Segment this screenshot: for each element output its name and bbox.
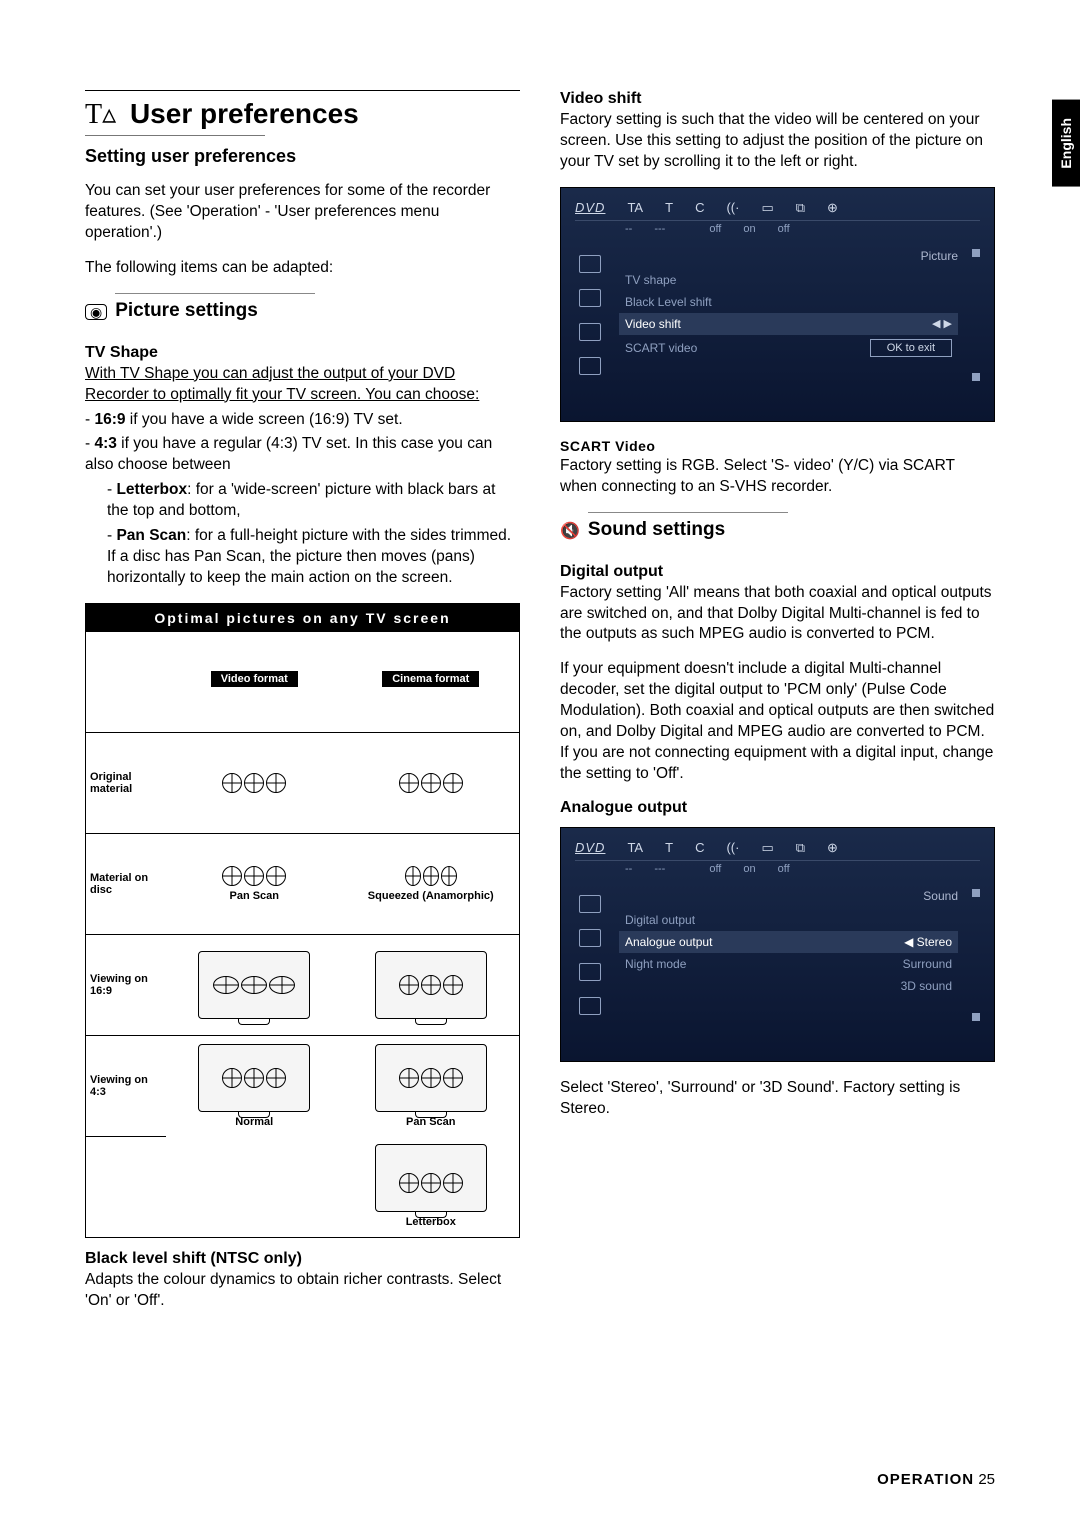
osd-item-night-mode: Night mode Surround (619, 953, 958, 975)
sound-settings-heading: Sound settings (588, 512, 788, 541)
left-column: T▵ User preferences Setting user prefere… (85, 90, 520, 1326)
diagram-col1-header: Video format (211, 671, 298, 687)
title-underline (85, 135, 265, 136)
diagram-title: Optimal pictures on any TV screen (86, 604, 519, 632)
scart-video-heading: SCART Video (560, 438, 995, 454)
osd-item-digital-output: Digital output (619, 909, 958, 931)
analogue-output-tail: Select 'Stereo', 'Surround' or '3D Sound… (560, 1078, 995, 1120)
opt-169: - 16:9 if you have a wide screen (16:9) … (85, 410, 520, 431)
osd-section-heading: Sound (619, 889, 958, 903)
analogue-output-heading: Analogue output (560, 799, 995, 817)
page-title: T▵ User preferences (85, 90, 520, 131)
page-columns: T▵ User preferences Setting user prefere… (85, 90, 995, 1326)
sound-tab-icon (579, 289, 601, 307)
intro-1: You can set your user preferences for so… (85, 181, 520, 244)
diagram-col2-header: Cinema format (382, 671, 479, 687)
osd-section-heading: Picture (619, 249, 958, 263)
language-tab-icon (579, 323, 601, 341)
picture-icon: ◉ (85, 304, 107, 320)
features-tab-icon (579, 357, 601, 375)
osd-item-3d-sound: 3D sound (619, 975, 958, 997)
osd-item-tv-shape: TV shape (619, 269, 958, 291)
opt-43: - 4:3 if you have a regular (4:3) TV set… (85, 434, 520, 476)
digital-output-heading: Digital output (560, 563, 995, 581)
diagram-row2-label: Material on disc (86, 833, 166, 934)
osd-item-video-shift: Video shift◀ ▶ (619, 313, 958, 335)
diagram-row3-label: Viewing on 16:9 (86, 934, 166, 1035)
preferences-icon: T▵ (85, 99, 116, 130)
video-shift-heading: Video shift (560, 90, 995, 108)
tv-shape-diagram: Optimal pictures on any TV screen Video … (85, 603, 520, 1238)
osd-item-black-level: Black Level shift (619, 291, 958, 313)
osd-scrollbar (972, 249, 980, 381)
osd-side-icons (575, 249, 605, 381)
picture-settings-heading: Picture settings (115, 293, 315, 322)
opt-panscan: - Pan Scan: for a full-height picture wi… (107, 526, 520, 589)
osd-item-scart-video: SCART videoOK to exit (619, 335, 958, 361)
section-subtitle: Setting user preferences (85, 146, 520, 167)
tv-shape-heading: TV Shape (85, 344, 520, 362)
diagram-row1-label: Original material (86, 732, 166, 833)
osd-sound-screenshot: DVD TATC ((·▭⧉⊕ ----- offonoff Sound Dig… (560, 827, 995, 1062)
osd-logo: DVD (575, 840, 605, 855)
diagram-row4-label: Viewing on 4:3 (86, 1035, 166, 1136)
picture-tab-icon (579, 255, 601, 273)
digital-output-p1: Factory setting 'All' means that both co… (560, 583, 995, 646)
language-tab: English (1052, 100, 1080, 187)
video-shift-text: Factory setting is such that the video w… (560, 110, 995, 173)
sound-icon: 🔇 (560, 521, 580, 541)
osd-side-icons (575, 889, 605, 1021)
opt-letterbox: - Letterbox: for a 'wide-screen' picture… (107, 480, 520, 522)
black-level-heading: Black level shift (NTSC only) (85, 1250, 520, 1268)
osd-logo: DVD (575, 200, 605, 215)
intro-2: The following items can be adapted: (85, 258, 520, 279)
tv-shape-intro: With TV Shape you can adjust the output … (85, 364, 520, 406)
page-footer: OPERATION 25 (877, 1471, 995, 1488)
right-column: Video shift Factory setting is such that… (560, 90, 995, 1326)
black-level-text: Adapts the colour dynamics to obtain ric… (85, 1270, 520, 1312)
osd-picture-screenshot: DVD TATC ((·▭⧉⊕ ----- offonoff Picture T… (560, 187, 995, 422)
scart-video-text: Factory setting is RGB. Select 'S- video… (560, 456, 995, 498)
osd-item-analogue-output: Analogue output ◀ Stereo (619, 931, 958, 953)
digital-output-p2: If your equipment doesn't include a digi… (560, 659, 995, 785)
